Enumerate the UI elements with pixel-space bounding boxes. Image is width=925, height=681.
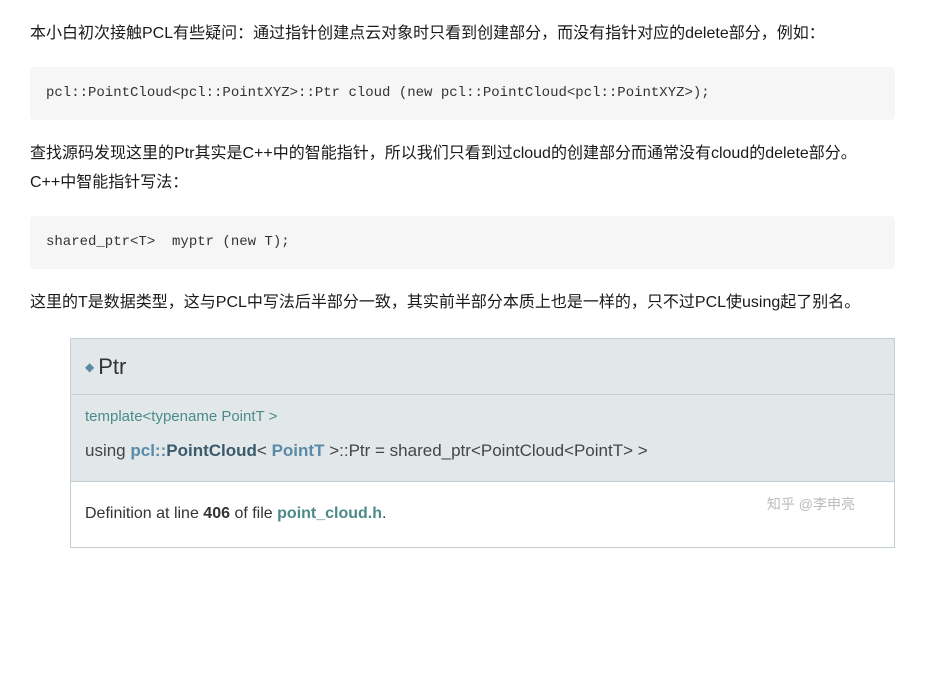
doc-header: ◆ Ptr (71, 339, 894, 396)
def-line-number[interactable]: 406 (203, 505, 230, 522)
doc-title: Ptr (98, 354, 126, 379)
def-file-link[interactable]: point_cloud.h (277, 505, 382, 522)
class-link[interactable]: PointCloud (166, 441, 257, 460)
using-keyword: using (85, 441, 130, 460)
using-rhs: = shared_ptr<PointCloud<PointT> > (370, 441, 647, 460)
angle-open: < (257, 441, 272, 460)
paragraph-intro: 本小白初次接触PCL有些疑问：通过指针创建点云对象时只看到创建部分，而没有指针对… (30, 20, 895, 49)
def-prefix: Definition at line (85, 505, 203, 522)
angle-close: > (324, 441, 339, 460)
def-suffix: . (382, 505, 386, 522)
doc-definition-line: Definition at line 406 of file point_clo… (71, 482, 894, 547)
ptr-suffix: ::Ptr (339, 441, 370, 460)
doc-snippet-box: ◆ Ptr template<typename PointT > using pc… (70, 338, 895, 548)
code-block-shared-ptr[interactable]: shared_ptr<T> myptr (new T); (30, 216, 895, 269)
code-block-pcl-ptr[interactable]: pcl::PointCloud<pcl::PointXYZ>::Ptr clou… (30, 67, 895, 120)
template-param: PointT (272, 441, 325, 460)
namespace-link[interactable]: pcl:: (130, 441, 166, 460)
doc-using-line: using pcl::PointCloud< PointT >::Ptr = s… (71, 432, 894, 482)
doc-template-line: template<typename PointT > (71, 395, 894, 432)
paragraph-smartptr: 查找源码发现这里的Ptr其实是C++中的智能指针，所以我们只看到过cloud的创… (30, 140, 895, 198)
paragraph-alias: 这里的T是数据类型，这与PCL中写法后半部分一致，其实前半部分本质上也是一样的，… (30, 289, 895, 318)
bullet-icon: ◆ (85, 360, 94, 374)
def-mid: of file (230, 505, 277, 522)
